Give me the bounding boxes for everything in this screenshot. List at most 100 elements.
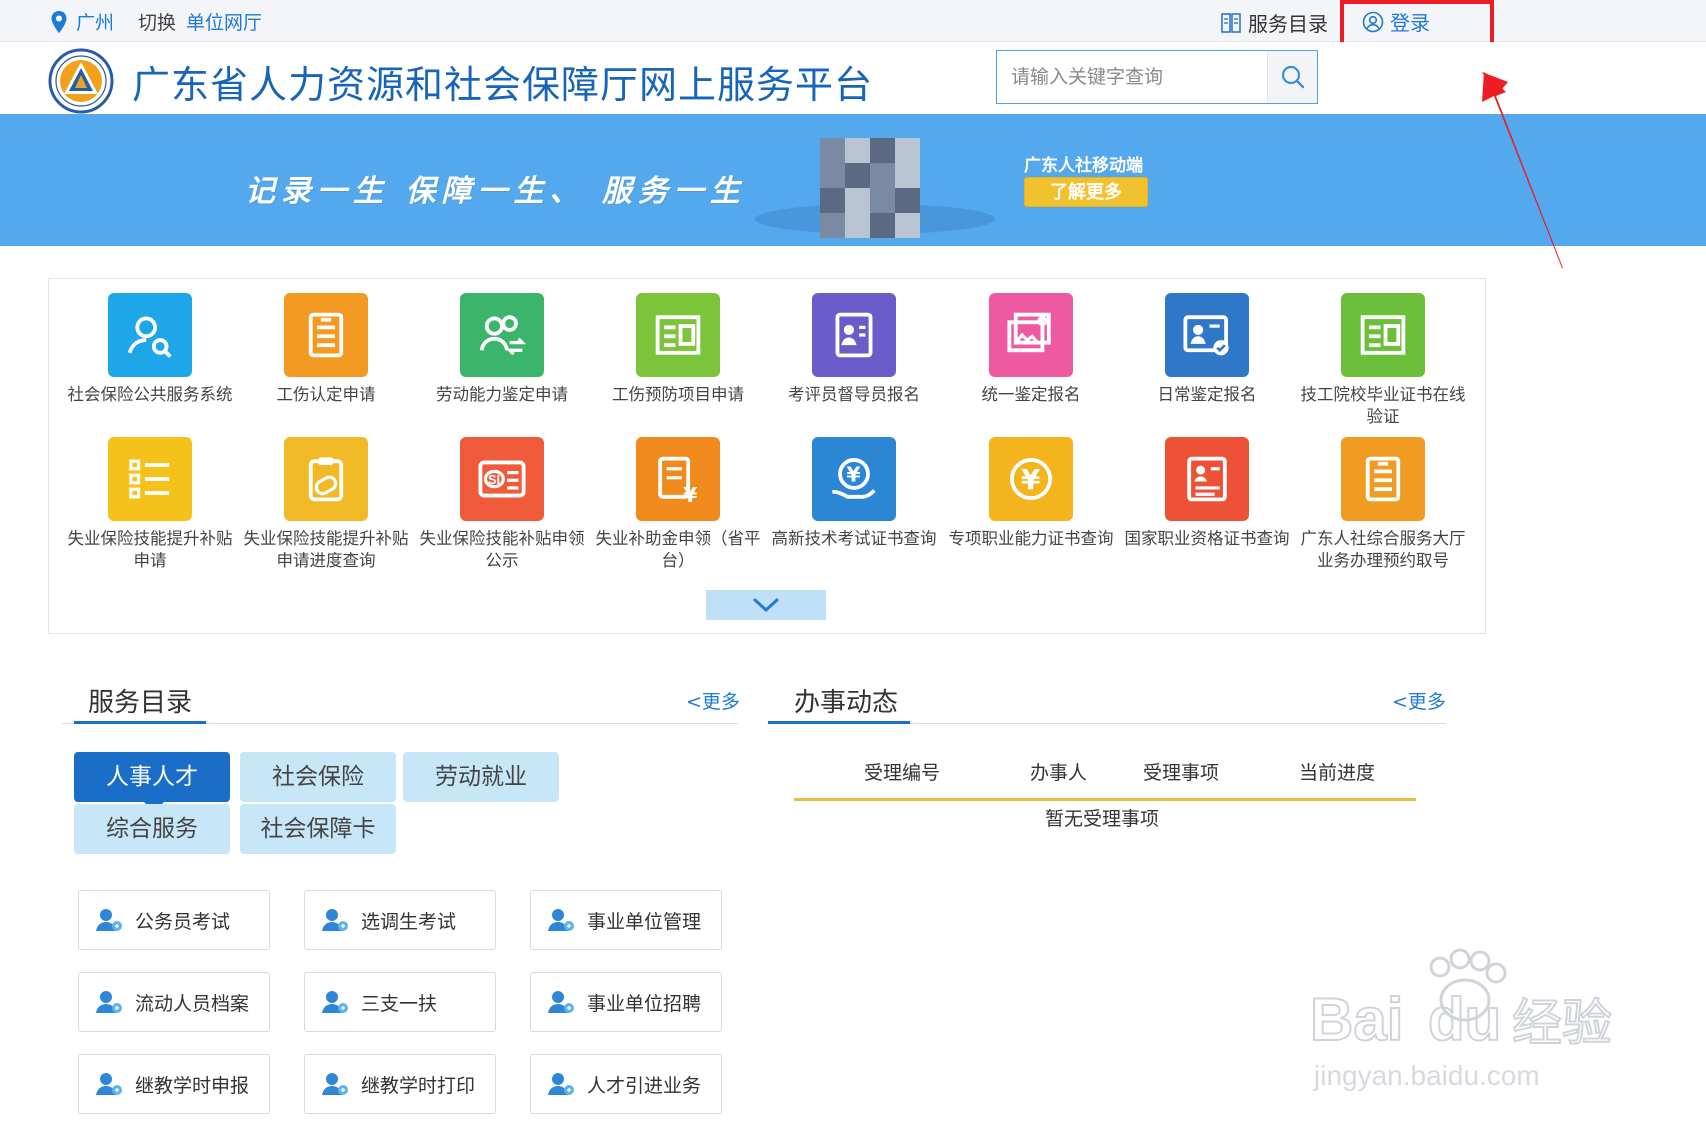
search-input[interactable] [997, 51, 1267, 103]
service-directory-item[interactable]: 人才引进业务 [530, 1054, 722, 1114]
column-header-number: 受理编号 [864, 762, 941, 784]
qr-code [820, 138, 920, 238]
expand-services-button[interactable] [706, 590, 826, 620]
service-directory-link[interactable]: 服务目录 [1220, 8, 1328, 37]
user-icon [548, 1073, 574, 1095]
service-tile[interactable]: ¥ 高新技术考试证书查询 [766, 437, 942, 550]
login-label: 登录 [1390, 11, 1430, 35]
person-search-icon [108, 293, 192, 377]
service-directory-item-label: 三支一扶 [361, 992, 438, 1015]
user-icon [96, 1073, 122, 1095]
svg-text:jingyan.baidu.com: jingyan.baidu.com [1313, 1060, 1540, 1091]
login-button[interactable]: 登录 [1362, 7, 1430, 36]
svg-text:¥: ¥ [1021, 463, 1041, 496]
table-header-divider [794, 798, 1416, 801]
service-tile[interactable]: 国家职业资格证书查询 [1119, 437, 1295, 550]
service-tile[interactable]: SI 失业保险技能补贴申领公示 [414, 437, 590, 572]
service-tile[interactable]: 广东人社综合服务大厅业务办理预约取号 [1295, 437, 1471, 572]
service-directory-item[interactable]: 继教学时打印 [304, 1054, 496, 1114]
service-tile-label: 工伤认定申请 [276, 385, 376, 404]
service-directory-underline [74, 721, 206, 724]
service-tile[interactable]: ¥ 失业补助金申领（省平台） [590, 437, 766, 572]
tab-social-insurance[interactable]: 社会保险 [240, 752, 396, 802]
service-tile-label: 专项职业能力证书查询 [948, 529, 1114, 548]
id-card-icon [812, 293, 896, 377]
service-directory-item-label: 公务员考试 [135, 910, 231, 933]
service-tile[interactable]: 工伤预防项目申请 [590, 293, 766, 406]
service-directory-title: 服务目录 [88, 688, 193, 718]
service-directory-item[interactable]: 流动人员档案 [78, 972, 270, 1032]
list-icon [108, 437, 192, 521]
service-directory-item[interactable]: 继教学时申报 [78, 1054, 270, 1114]
svg-text:Bai: Bai [1310, 986, 1403, 1053]
service-directory-item[interactable]: 事业单位招聘 [530, 972, 722, 1032]
column-header-applicant: 办事人 [1030, 762, 1088, 784]
watermark-logo: Bai du 经验 jingyan.baidu.com [1309, 948, 1613, 1091]
tab-social-security-card[interactable]: 社会保障卡 [240, 804, 396, 854]
service-tile-label: 技工院校毕业证书在线验证 [1300, 385, 1466, 426]
service-directory-item-label: 选调生考试 [361, 910, 457, 933]
city-link[interactable]: 广州 [76, 8, 114, 35]
service-tile-label: 日常鉴定报名 [1157, 385, 1257, 404]
resume-icon [1165, 437, 1249, 521]
service-tile[interactable]: 统一鉴定报名 [943, 293, 1119, 406]
mobile-app-title: 广东人社移动端 [1024, 156, 1143, 176]
service-tile-label: 国家职业资格证书查询 [1124, 529, 1290, 548]
service-directory-more-link[interactable]: <更多 [686, 687, 740, 714]
service-directory-item-label: 继教学时打印 [361, 1074, 476, 1097]
service-tile[interactable]: 社会保险公共服务系统 [62, 293, 238, 406]
service-directory-item[interactable]: 三支一扶 [304, 972, 496, 1032]
user-icon [322, 909, 348, 931]
service-tile[interactable]: 技工院校毕业证书在线验证 [1295, 293, 1471, 428]
service-directory-label: 服务目录 [1248, 12, 1328, 36]
tab-hr-talent[interactable]: 人事人才 [74, 752, 230, 812]
learn-more-button[interactable]: 了解更多 [1024, 177, 1148, 207]
banner-slogan: 记录一生 保障一生、 服务一生 [245, 174, 746, 209]
clipboard-icon [284, 437, 368, 521]
service-tile[interactable]: 劳动能力鉴定申请 [414, 293, 590, 406]
column-header-progress: 当前进度 [1299, 762, 1376, 784]
svg-text:¥: ¥ [846, 463, 860, 487]
service-tile-label: 失业保险技能提升补贴申请进度查询 [243, 529, 409, 570]
unit-hall-link[interactable]: 单位网厅 [186, 8, 262, 35]
tab-labor-employment[interactable]: 劳动就业 [403, 752, 559, 802]
service-directory-item[interactable]: 事业单位管理 [530, 890, 722, 950]
yuan-hand-icon: ¥ [812, 437, 896, 521]
search-button[interactable] [1267, 51, 1317, 103]
yuan-document-icon: ¥ [636, 437, 720, 521]
form-icon [1341, 293, 1425, 377]
tab-comprehensive-service[interactable]: 综合服务 [74, 804, 230, 854]
column-header-item: 受理事项 [1143, 762, 1220, 784]
service-tile[interactable]: ¥ 专项职业能力证书查询 [943, 437, 1119, 550]
service-tile-label: 失业保险技能提升补贴申请 [67, 529, 233, 570]
service-tile[interactable]: 失业保险技能提升补贴申请进度查询 [238, 437, 414, 572]
service-tile-label: 考评员督导员报名 [788, 385, 920, 404]
dynamics-more-link[interactable]: <更多 [1392, 687, 1446, 714]
service-directory-item[interactable]: 公务员考试 [78, 890, 270, 950]
service-tile[interactable]: 工伤认定申请 [238, 293, 414, 406]
site-header: 广东省人力资源和社会保障厅网上服务平台 [0, 42, 1706, 114]
service-tile[interactable]: 日常鉴定报名 [1119, 293, 1295, 406]
svg-text:经验: 经验 [1512, 994, 1612, 1052]
dynamics-underline [768, 721, 910, 724]
search-box [996, 50, 1318, 104]
form-icon [636, 293, 720, 377]
service-directory-item-label: 流动人员档案 [135, 992, 250, 1015]
svg-text:du: du [1428, 986, 1501, 1053]
service-directory-item-label: 事业单位管理 [587, 910, 702, 933]
svg-text:SI: SI [488, 472, 500, 487]
svg-text:¥: ¥ [683, 483, 697, 507]
service-directory-item-label: 人才引进业务 [587, 1074, 702, 1097]
promo-banner[interactable]: 记录一生 保障一生、 服务一生 广东人社移动端 了解更多 [0, 114, 1706, 246]
service-directory-item[interactable]: 选调生考试 [304, 890, 496, 950]
service-tile[interactable]: 考评员督导员报名 [766, 293, 942, 406]
service-directory-item-label: 事业单位招聘 [587, 992, 702, 1015]
document-icon [1341, 437, 1425, 521]
user-circle-icon [1362, 11, 1384, 32]
book-icon [1221, 12, 1241, 33]
service-directory-item-label: 继教学时申报 [135, 1074, 250, 1097]
service-tile-label: 高新技术考试证书查询 [771, 529, 937, 548]
location-bar: 广州 切换 单位网厅 [50, 8, 262, 35]
service-tile[interactable]: 失业保险技能提升补贴申请 [62, 437, 238, 572]
user-icon [96, 909, 122, 931]
